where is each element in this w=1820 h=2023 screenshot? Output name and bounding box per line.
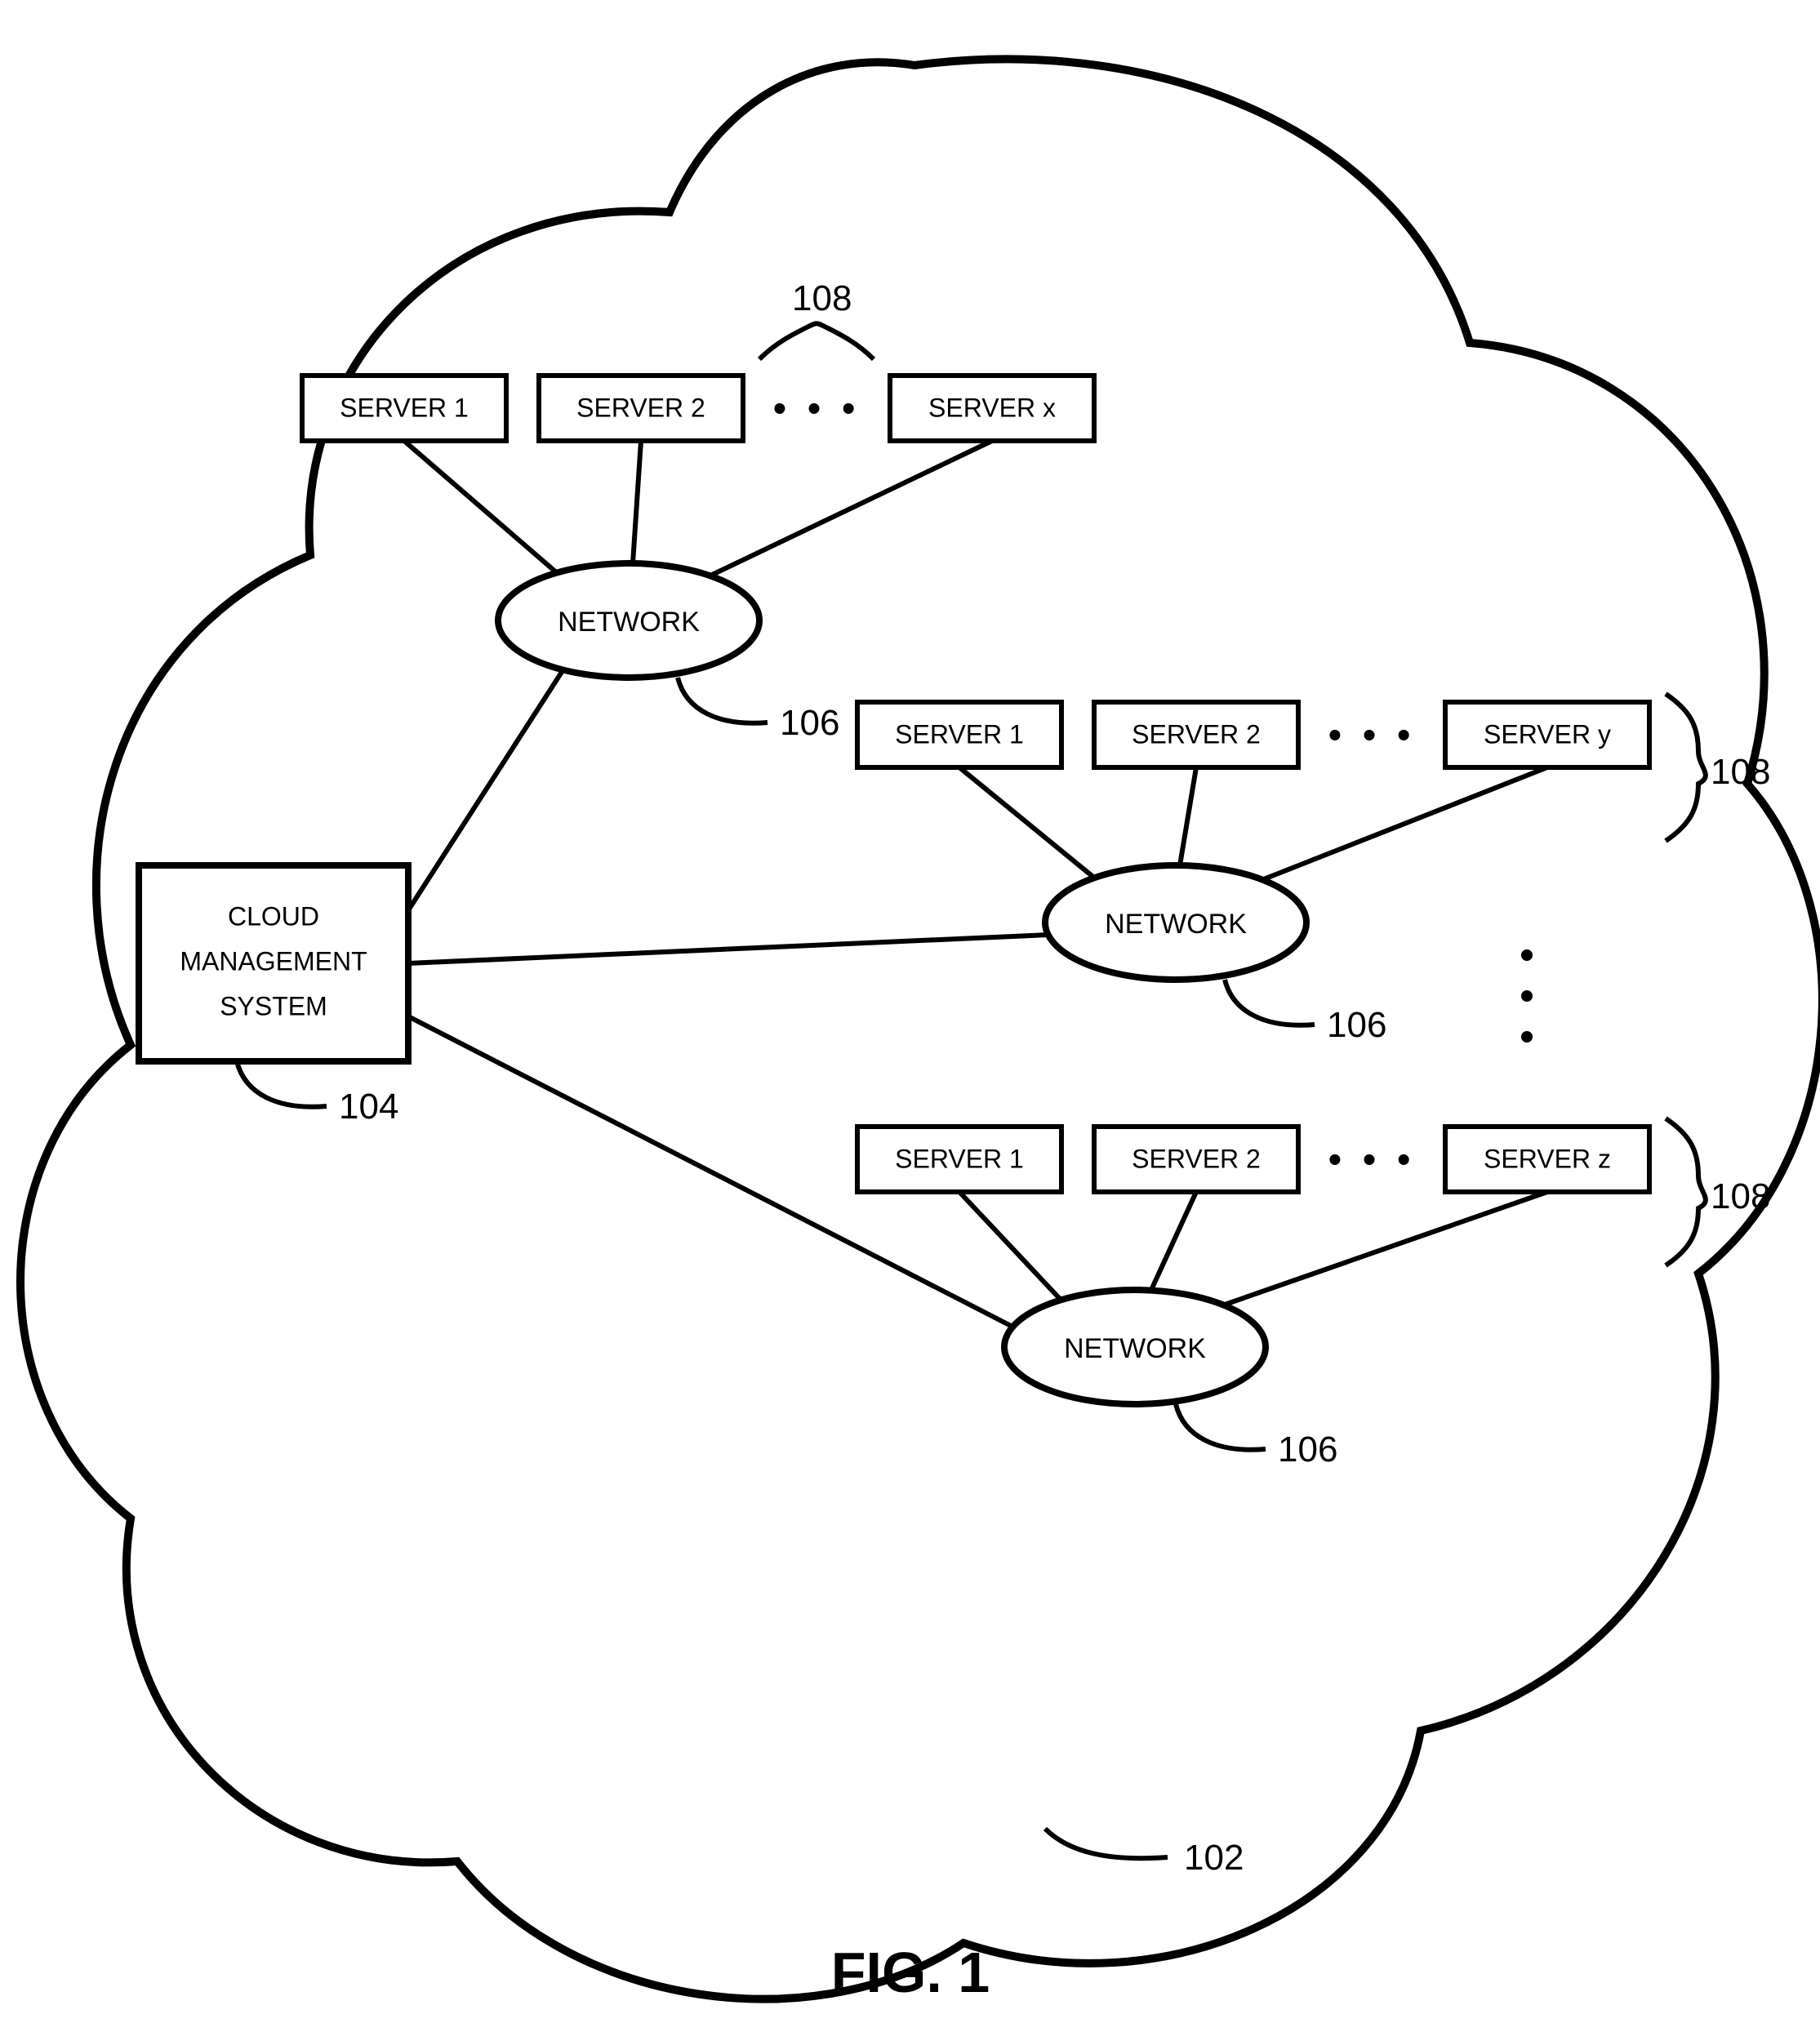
brace-108-c1: [1666, 694, 1706, 841]
c0-link-s0: [404, 441, 555, 571]
c1-server1-label: SERVER 2: [1132, 719, 1261, 749]
diagram-canvas: 102 CLOUD MANAGEMENT SYSTEM 104 SERVER 1…: [0, 0, 1820, 2023]
ref-106-c2: 106: [1278, 1429, 1337, 1469]
cms-line2: MANAGEMENT: [180, 946, 367, 976]
c2-server2-label: SERVER z: [1484, 1144, 1611, 1173]
figure-label: FIG. 1: [831, 1941, 990, 2004]
c1-server0-label: SERVER 1: [895, 719, 1024, 749]
cms-line3: SYSTEM: [220, 991, 327, 1020]
c1-server2-label: SERVER y: [1484, 719, 1611, 749]
c1-link-s0: [959, 767, 1094, 878]
vdot3: [1521, 1031, 1533, 1043]
c2-server0-label: SERVER 1: [895, 1144, 1024, 1173]
c2-link-s2: [1225, 1192, 1547, 1305]
c1-ellipsis: • • •: [1328, 714, 1415, 758]
c2-network-label: NETWORK: [1064, 1333, 1206, 1364]
c2-server1-label: SERVER 2: [1132, 1144, 1261, 1173]
c1-network-label: NETWORK: [1105, 909, 1247, 940]
c0-ellipsis: • • •: [772, 388, 860, 431]
c0-server1-label: SERVER 2: [576, 393, 705, 422]
c1-link-s1: [1180, 767, 1196, 865]
leader-106-c0: [678, 678, 768, 723]
c0-link-s1: [633, 441, 641, 563]
c0-link-s2: [710, 441, 992, 576]
c0-server0-label: SERVER 1: [340, 393, 469, 422]
c2-ellipsis: • • •: [1328, 1139, 1415, 1182]
trunk-cms-c0: [408, 669, 563, 910]
ref-108-c2: 108: [1711, 1176, 1770, 1216]
brace-108-top: [759, 323, 874, 359]
c0-network-label: NETWORK: [558, 607, 700, 638]
ref-106-c1: 106: [1327, 1005, 1386, 1045]
ref-108-c1: 108: [1711, 752, 1770, 792]
ref-104: 104: [339, 1087, 398, 1127]
trunk-cms-c1: [408, 935, 1049, 963]
c2-link-s0: [959, 1192, 1061, 1300]
ref-106-c0: 106: [780, 703, 839, 743]
vdot1: [1521, 949, 1533, 961]
leader-106-c2: [1176, 1404, 1266, 1450]
leader-104: [237, 1061, 327, 1107]
c2-link-s1: [1151, 1192, 1196, 1290]
c0-server2-label: SERVER x: [928, 393, 1056, 422]
cms-line1: CLOUD: [228, 901, 319, 931]
vdot2: [1521, 990, 1533, 1002]
brace-108-c2: [1666, 1118, 1706, 1265]
ref-108-top: 108: [792, 278, 852, 318]
leader-102: [1045, 1829, 1168, 1858]
c1-link-s2: [1262, 767, 1547, 880]
leader-106-c1: [1225, 980, 1315, 1025]
ref-102: 102: [1184, 1838, 1244, 1878]
